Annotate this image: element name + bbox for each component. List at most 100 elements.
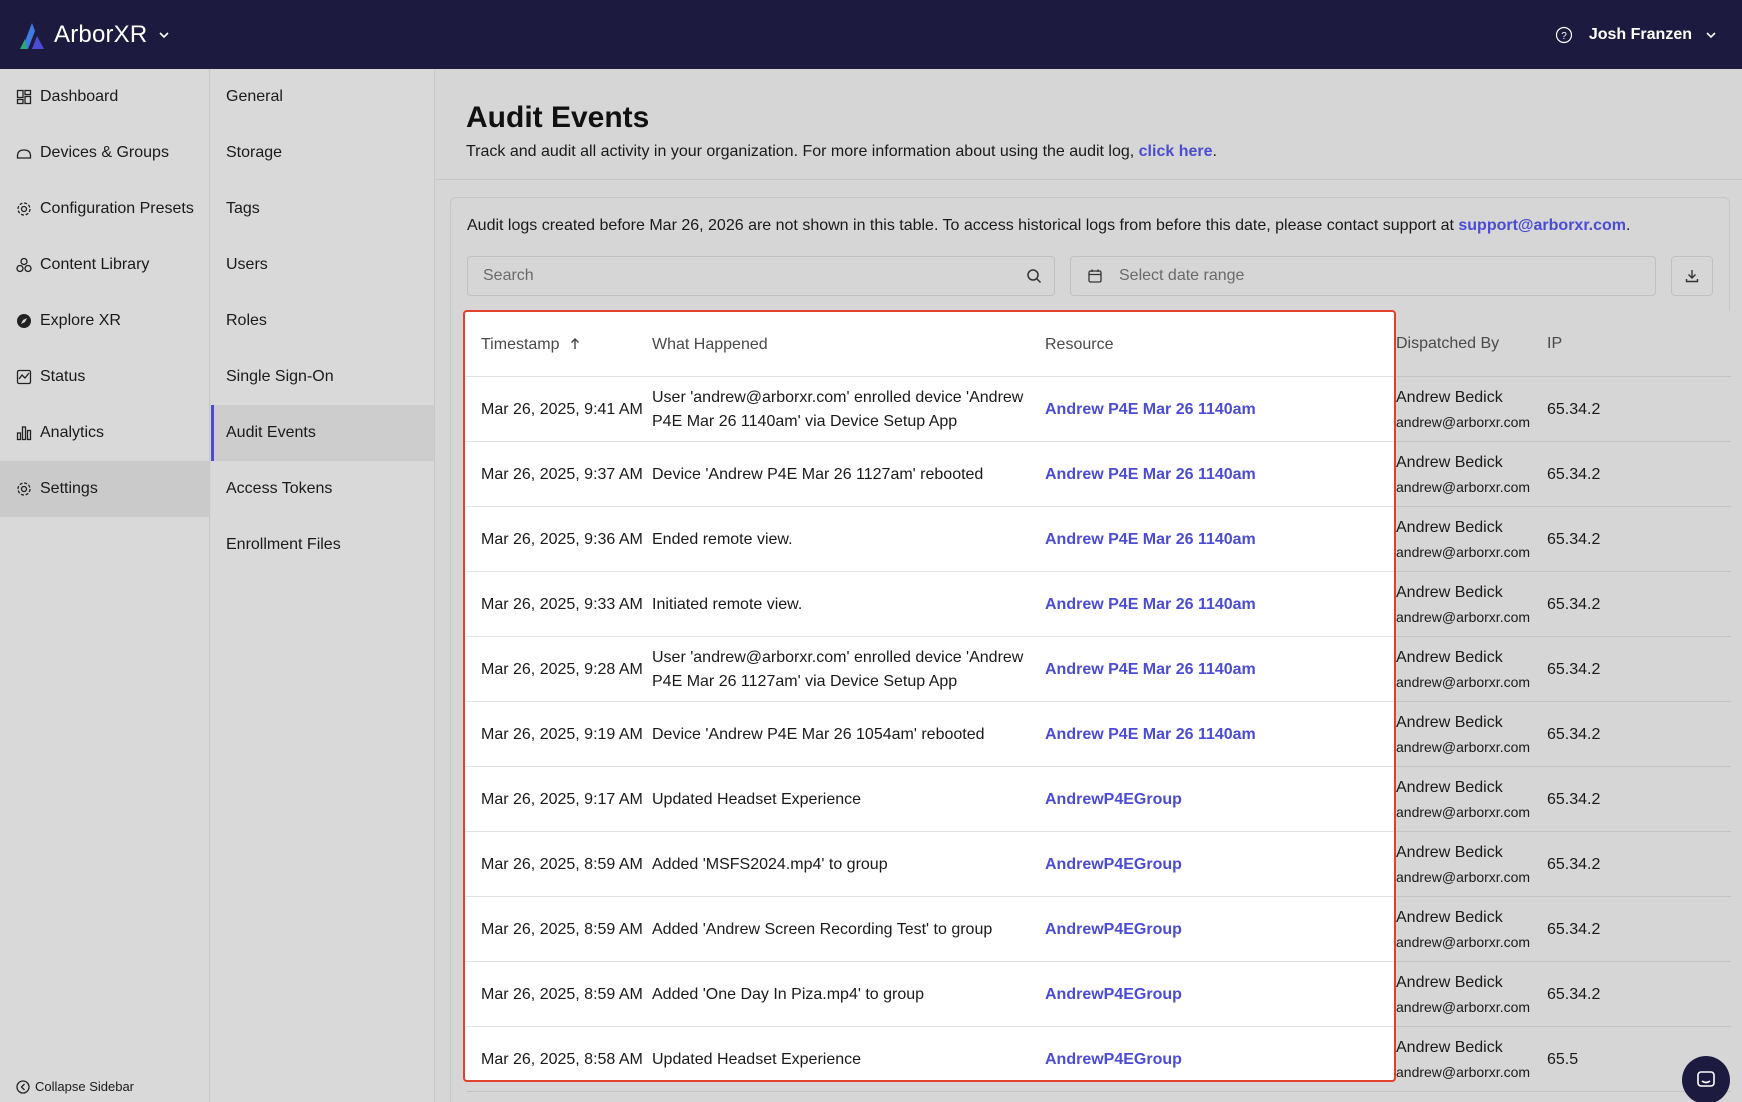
- gear-icon: [17, 482, 31, 496]
- date-range-picker[interactable]: Select date range: [1070, 256, 1656, 296]
- nav-item-content-library[interactable]: Content Library: [0, 237, 209, 293]
- notice-text: Audit logs created before Mar 26, 2026 a…: [467, 217, 1459, 234]
- dispatcher-email: andrew@arborxr.com: [1396, 543, 1531, 560]
- nav-label: Devices & Groups: [40, 144, 169, 161]
- table-row[interactable]: Mar 26, 2025, 9:19 AM Device 'Andrew P4E …: [465, 702, 1394, 767]
- download-button[interactable]: [1671, 256, 1713, 296]
- resource-link[interactable]: AndrewP4EGroup: [1045, 1027, 1345, 1080]
- dispatched-by-cell: Andrew Bedick andrew@arborxr.com: [1396, 442, 1546, 507]
- dispatcher-email: andrew@arborxr.com: [1396, 478, 1531, 495]
- download-icon: [1685, 270, 1699, 283]
- column-header-timestamp[interactable]: Timestamp: [481, 336, 582, 354]
- svg-text:?: ?: [1561, 31, 1567, 42]
- column-header-dispatched-by[interactable]: Dispatched By: [1396, 335, 1499, 353]
- dispatcher-email: andrew@arborxr.com: [1396, 868, 1531, 885]
- compass-icon: [17, 314, 31, 328]
- nav-item-status[interactable]: Status: [0, 349, 209, 405]
- resource-link[interactable]: Andrew P4E Mar 26 1140am: [1045, 572, 1345, 637]
- nav-item-dashboard[interactable]: Dashboard: [0, 69, 209, 125]
- nav-label: Analytics: [40, 424, 105, 441]
- resource-link[interactable]: Andrew P4E Mar 26 1140am: [1045, 442, 1345, 507]
- timestamp-cell: Mar 26, 2025, 9:37 AM: [481, 465, 643, 483]
- nav-label: Status: [40, 368, 86, 385]
- table-row[interactable]: Mar 26, 2025, 9:17 AM Updated Headset Exp…: [465, 767, 1394, 832]
- ip-cell: 65.34.2: [1547, 465, 1601, 483]
- dispatcher-name: Andrew Bedick: [1396, 1038, 1503, 1056]
- table-row[interactable]: Mar 26, 2025, 8:59 AM Added 'MSFS2024.mp4…: [465, 832, 1394, 897]
- chat-support-button[interactable]: [1682, 1056, 1730, 1102]
- historical-logs-notice: Audit logs created before Mar 26, 2026 a…: [467, 217, 1630, 235]
- main-sidebar: Dashboard Devices & Groups Configuration…: [0, 69, 210, 1102]
- dispatcher-email: andrew@arborxr.com: [1396, 738, 1531, 755]
- table-row[interactable]: Mar 26, 2025, 8:59 AM Added 'Andrew Scree…: [465, 897, 1394, 962]
- nav-item-analytics[interactable]: Analytics: [0, 405, 209, 461]
- dispatched-by-cell: Andrew Bedick andrew@arborxr.com: [1396, 637, 1546, 702]
- timestamp-cell: Mar 26, 2025, 8:59 AM: [481, 985, 643, 1003]
- subtitle-suffix: .: [1212, 143, 1217, 160]
- nav-item-explore-xr[interactable]: Explore XR: [0, 293, 209, 349]
- org-switcher[interactable]: ArborXR: [18, 19, 171, 51]
- table-body: Mar 26, 2025, 9:41 AM User 'andrew@arborx…: [465, 377, 1394, 1080]
- subnav-item-general[interactable]: General: [211, 69, 434, 125]
- user-menu[interactable]: Josh Franzen: [1589, 26, 1692, 44]
- table-row[interactable]: Mar 26, 2025, 9:36 AM Ended remote view. A…: [465, 507, 1394, 572]
- chat-icon: [1697, 1071, 1715, 1087]
- collapse-label: Collapse Sidebar: [35, 1079, 135, 1094]
- timestamp-header-label: Timestamp: [481, 336, 560, 353]
- ip-cell: 65.34.2: [1547, 790, 1601, 808]
- subnav-item-storage[interactable]: Storage: [211, 125, 434, 181]
- page-subtitle: Track and audit all activity in your org…: [466, 143, 1742, 161]
- subnav-item-single-sign-on[interactable]: Single Sign-On: [211, 349, 434, 405]
- table-row[interactable]: Mar 26, 2025, 8:58 AM Updated Headset Exp…: [465, 1027, 1394, 1080]
- resource-link[interactable]: Andrew P4E Mar 26 1140am: [1045, 637, 1345, 702]
- what-happened-cell: Initiated remote view.: [652, 595, 803, 613]
- calendar-icon: [1088, 269, 1102, 283]
- table-row[interactable]: Mar 26, 2025, 9:28 AM User 'andrew@arborx…: [465, 637, 1394, 702]
- analytics-icon: [16, 426, 32, 441]
- dispatcher-name: Andrew Bedick: [1396, 713, 1503, 731]
- help-icon[interactable]: ?: [1555, 26, 1573, 44]
- timestamp-cell: Mar 26, 2025, 9:36 AM: [481, 530, 643, 548]
- table-row[interactable]: Mar 26, 2025, 9:33 AM Initiated remote vi…: [465, 572, 1394, 637]
- column-header-what-happened[interactable]: What Happened: [652, 336, 768, 354]
- subnav-item-audit-events[interactable]: Audit Events: [211, 405, 434, 461]
- status-icon: [16, 369, 32, 385]
- resource-link[interactable]: AndrewP4EGroup: [1045, 767, 1345, 832]
- top-bar: ArborXR ? Josh Franzen: [0, 0, 1742, 69]
- subnav-item-users[interactable]: Users: [211, 237, 434, 293]
- nav-item-settings[interactable]: Settings: [0, 461, 209, 517]
- column-header-resource[interactable]: Resource: [1045, 336, 1113, 354]
- resource-link[interactable]: Andrew P4E Mar 26 1140am: [1045, 377, 1345, 442]
- what-happened-cell: Ended remote view.: [652, 530, 793, 548]
- search-input[interactable]: Search: [467, 256, 1055, 296]
- table-row[interactable]: Mar 26, 2025, 9:37 AM Device 'Andrew P4E …: [465, 442, 1394, 507]
- nav-item-configuration-presets[interactable]: Configuration Presets: [0, 181, 209, 237]
- support-email-link[interactable]: support@arborxr.com: [1458, 217, 1626, 234]
- subnav-item-access-tokens[interactable]: Access Tokens: [211, 461, 434, 517]
- help-link[interactable]: click here: [1139, 143, 1213, 160]
- subnav-item-tags[interactable]: Tags: [211, 181, 434, 237]
- chevron-down-icon[interactable]: [1704, 28, 1718, 42]
- table-row[interactable]: Mar 26, 2025, 8:59 AM Added 'One Day In P…: [465, 962, 1394, 1027]
- ip-cell: 65.34.2: [1547, 595, 1601, 613]
- resource-link[interactable]: AndrewP4EGroup: [1045, 962, 1345, 1027]
- subnav-item-roles[interactable]: Roles: [211, 293, 434, 349]
- arrow-left-circle-icon: [16, 1079, 30, 1094]
- resource-link[interactable]: AndrewP4EGroup: [1045, 832, 1345, 897]
- collapse-sidebar-button[interactable]: Collapse Sidebar: [16, 1079, 134, 1094]
- dispatcher-name: Andrew Bedick: [1396, 453, 1503, 471]
- dispatcher-email: andrew@arborxr.com: [1396, 673, 1531, 690]
- app-name: ArborXR: [54, 20, 148, 48]
- notice-suffix: .: [1626, 217, 1631, 234]
- table-row[interactable]: Mar 26, 2025, 9:41 AM User 'andrew@arborx…: [465, 377, 1394, 442]
- sort-ascending-icon: [570, 338, 579, 349]
- resource-link[interactable]: Andrew P4E Mar 26 1140am: [1045, 702, 1345, 767]
- resource-link[interactable]: AndrewP4EGroup: [1045, 897, 1345, 962]
- nav-item-devices[interactable]: Devices & Groups: [0, 125, 209, 181]
- nav-label: Content Library: [40, 256, 150, 273]
- resource-link[interactable]: Andrew P4E Mar 26 1140am: [1045, 507, 1345, 572]
- subnav-item-enrollment-files[interactable]: Enrollment Files: [211, 517, 434, 573]
- dispatched-by-cell: Andrew Bedick andrew@arborxr.com: [1396, 767, 1546, 832]
- column-header-ip[interactable]: IP: [1547, 335, 1562, 353]
- nav-label: Settings: [40, 480, 98, 497]
